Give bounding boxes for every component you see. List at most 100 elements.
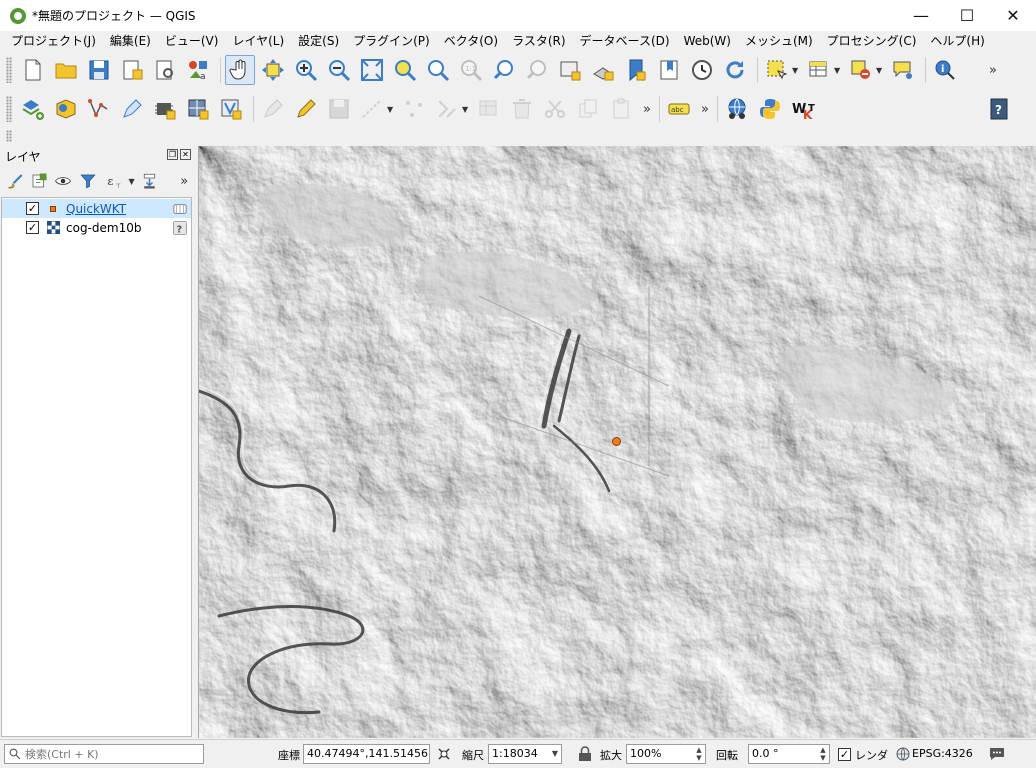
layout-manager-button[interactable] bbox=[150, 55, 180, 85]
select-features-button[interactable] bbox=[762, 55, 792, 85]
filter-expression-dropdown-icon[interactable]: ▼ bbox=[128, 177, 136, 186]
whats-this-button[interactable]: ? bbox=[984, 94, 1014, 124]
rotation-field[interactable]: 0.0 ° ▲ ▼ bbox=[748, 744, 830, 764]
attribute-table-button[interactable] bbox=[804, 55, 834, 85]
toolbar-overflow-icon[interactable]: » bbox=[639, 102, 655, 117]
menu-mesh[interactable]: メッシュ(M) bbox=[738, 31, 820, 51]
lock-scale-icon[interactable] bbox=[578, 746, 592, 762]
menu-view[interactable]: ビュー(V) bbox=[158, 31, 226, 51]
modify-attributes-button[interactable] bbox=[432, 94, 462, 124]
new-vector-layer-button[interactable] bbox=[216, 94, 246, 124]
filter-legend-button[interactable] bbox=[77, 170, 98, 192]
save-edits-button[interactable] bbox=[324, 94, 354, 124]
toolbar-grip[interactable] bbox=[6, 57, 12, 83]
label-toolbar-button[interactable]: abc bbox=[664, 94, 694, 124]
unknown-crs-indicator-icon[interactable]: ? bbox=[172, 220, 187, 235]
toolbar-overflow-icon[interactable]: » bbox=[697, 102, 713, 117]
zoom-next-button[interactable] bbox=[522, 55, 552, 85]
current-edits-button[interactable] bbox=[258, 94, 288, 124]
zoom-out-button[interactable] bbox=[324, 55, 354, 85]
new-print-layout-button[interactable] bbox=[117, 55, 147, 85]
data-source-manager-button[interactable] bbox=[18, 94, 48, 124]
zoom-in-button[interactable] bbox=[291, 55, 321, 85]
toolbar-grip[interactable] bbox=[6, 130, 12, 142]
pan-to-selection-button[interactable] bbox=[258, 55, 288, 85]
temporal-controller-button[interactable] bbox=[687, 55, 717, 85]
add-line-dropdown-icon[interactable]: ▼ bbox=[387, 105, 395, 114]
menu-web[interactable]: Web(W) bbox=[677, 31, 738, 51]
new-virtual-layer-button[interactable] bbox=[183, 94, 213, 124]
select-dropdown-icon[interactable]: ▼ bbox=[792, 66, 800, 75]
python-console-button[interactable] bbox=[755, 94, 785, 124]
identify-features-button[interactable]: i bbox=[930, 55, 960, 85]
map-canvas[interactable] bbox=[198, 146, 1036, 738]
locator-search-field[interactable]: 検索(Ctrl + K) bbox=[4, 744, 204, 764]
toggle-editing-button[interactable] bbox=[291, 94, 321, 124]
minimize-button[interactable]: — bbox=[898, 0, 944, 31]
layer-visibility-checkbox[interactable]: ✓ bbox=[26, 202, 39, 215]
style-manager-button[interactable]: a bbox=[183, 55, 213, 85]
zoom-full-button[interactable] bbox=[357, 55, 387, 85]
digitize-vertex-button[interactable] bbox=[84, 94, 114, 124]
pan-map-button[interactable] bbox=[225, 55, 255, 85]
coordinate-field[interactable]: 40.47494°,141.51456° bbox=[303, 744, 430, 764]
menu-edit[interactable]: 編集(E) bbox=[103, 31, 158, 51]
layer-styling-button[interactable] bbox=[4, 170, 25, 192]
refresh-button[interactable] bbox=[720, 55, 750, 85]
map-tips-button[interactable] bbox=[888, 55, 918, 85]
toolbar-overflow-icon[interactable]: » bbox=[985, 63, 1001, 78]
magnifier-spinner[interactable]: ▲ ▼ bbox=[694, 746, 704, 762]
edit-indicator-icon[interactable] bbox=[172, 201, 187, 216]
attribute-edit-button[interactable] bbox=[474, 94, 504, 124]
menu-layer[interactable]: レイヤ(L) bbox=[225, 31, 291, 51]
maximize-button[interactable]: ☐ bbox=[944, 0, 990, 31]
menu-settings[interactable]: 設定(S) bbox=[291, 31, 346, 51]
new-map-view-button[interactable] bbox=[555, 55, 585, 85]
add-line-button[interactable] bbox=[357, 94, 387, 124]
zoom-last-button[interactable] bbox=[489, 55, 519, 85]
manage-visibility-button[interactable] bbox=[53, 170, 74, 192]
paste-features-button[interactable] bbox=[606, 94, 636, 124]
layers-toolbar-overflow-icon[interactable]: » bbox=[177, 174, 193, 189]
new-3d-view-button[interactable] bbox=[588, 55, 618, 85]
metasearch-button[interactable] bbox=[722, 94, 752, 124]
render-checkbox[interactable]: ✓ bbox=[838, 748, 851, 761]
digitize-pen-button[interactable] bbox=[117, 94, 147, 124]
quickwkt-button[interactable]: WKT bbox=[788, 94, 818, 124]
toolbar-grip[interactable] bbox=[6, 96, 12, 122]
layer-row-quickwkt[interactable]: ✓ QuickWKT bbox=[2, 199, 191, 218]
float-panel-button[interactable]: ❐ bbox=[167, 149, 178, 160]
filter-expression-button[interactable]: ε ⊤ bbox=[101, 170, 128, 192]
vertex-tool-button[interactable] bbox=[399, 94, 429, 124]
menu-help[interactable]: ヘルプ(H) bbox=[923, 31, 991, 51]
crs-globe-icon[interactable] bbox=[896, 747, 910, 761]
layer-tree[interactable]: ✓ QuickWKT ✓ cog-dem10b ? bbox=[1, 197, 192, 737]
save-project-button[interactable] bbox=[84, 55, 114, 85]
messages-icon[interactable] bbox=[988, 746, 1006, 762]
menu-vector[interactable]: ベクタ(O) bbox=[437, 31, 505, 51]
menu-raster[interactable]: ラスタ(R) bbox=[505, 31, 572, 51]
menu-database[interactable]: データベース(D) bbox=[573, 31, 677, 51]
rotation-spinner[interactable]: ▲ ▼ bbox=[818, 746, 828, 762]
deselect-dropdown-icon[interactable]: ▼ bbox=[876, 66, 884, 75]
expand-all-button[interactable] bbox=[140, 170, 161, 192]
zoom-to-layer-button[interactable] bbox=[423, 55, 453, 85]
extents-toggle-icon[interactable] bbox=[436, 746, 452, 762]
new-temp-layer-button[interactable] bbox=[150, 94, 180, 124]
attribute-dropdown-icon[interactable]: ▼ bbox=[834, 66, 842, 75]
new-spatial-bookmark-button[interactable] bbox=[621, 55, 651, 85]
zoom-to-selection-button[interactable] bbox=[390, 55, 420, 85]
new-geopackage-button[interactable] bbox=[51, 94, 81, 124]
menu-processing[interactable]: プロセシング(C) bbox=[820, 31, 924, 51]
cut-features-button[interactable] bbox=[540, 94, 570, 124]
open-project-button[interactable] bbox=[51, 55, 81, 85]
menu-plugins[interactable]: プラグイン(P) bbox=[346, 31, 437, 51]
crs-button[interactable]: EPSG:4326 bbox=[912, 747, 973, 760]
layer-visibility-checkbox[interactable]: ✓ bbox=[26, 221, 39, 234]
new-project-button[interactable] bbox=[18, 55, 48, 85]
show-bookmarks-button[interactable] bbox=[654, 55, 684, 85]
scale-field[interactable]: 1:18034 ▼ bbox=[488, 744, 562, 764]
add-group-button[interactable] bbox=[28, 170, 49, 192]
menu-project[interactable]: プロジェクト(J) bbox=[4, 31, 103, 51]
delete-selected-button[interactable] bbox=[507, 94, 537, 124]
